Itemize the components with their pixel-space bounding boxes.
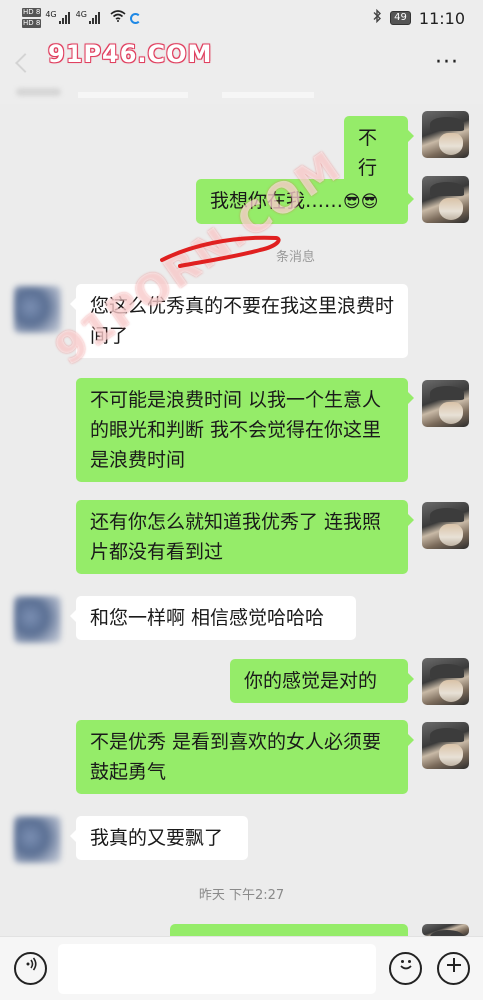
sim-indicators: HD 8 HD 8 [22, 7, 42, 29]
contact-avatar[interactable] [14, 286, 61, 333]
battery-level: 49 [390, 11, 411, 25]
input-bar [0, 936, 483, 1000]
message-bubble-theirs[interactable]: 我真的又要飘了 [70, 816, 248, 860]
back-icon[interactable] [15, 53, 35, 73]
clock: 11:10 [418, 8, 465, 28]
message-bubble-theirs[interactable]: 和您一样啊 相信感觉哈哈哈 [70, 596, 356, 640]
status-bar: HD 8 HD 8 4G 4G 49 11:10 [0, 0, 483, 36]
watermark-top: 91P46.COM [48, 40, 213, 68]
contact-avatar[interactable] [14, 816, 61, 863]
voice-icon[interactable] [14, 952, 47, 985]
message-bubble-mine[interactable]: 不是优秀 是看到喜欢的女人必须要鼓起勇气 [76, 720, 414, 794]
network-type-2: 4G [75, 9, 87, 19]
wifi-icon [110, 10, 126, 26]
message-input[interactable] [58, 944, 376, 994]
message-bubble-mine-partial[interactable] [170, 924, 414, 950]
emoji-icon[interactable] [389, 952, 422, 985]
bluetooth-icon [372, 8, 382, 27]
my-avatar[interactable] [422, 380, 469, 427]
more-options-button[interactable]: ··· [435, 52, 459, 74]
message-bubble-mine[interactable]: 你的感觉是对的 [230, 659, 414, 703]
plus-icon[interactable] [437, 952, 470, 985]
contact-avatar[interactable] [14, 596, 61, 643]
sunglasses-emoji-icon: 😎 [343, 192, 361, 212]
message-bubble-theirs[interactable]: 您这么优秀真的不要在我这里浪费时间了 [70, 284, 408, 358]
timestamp: 昨天 下午2:27 [198, 888, 285, 903]
my-avatar[interactable] [422, 722, 469, 769]
message-bubble-mine[interactable]: 还有你怎么就知道我优秀了 连我照片都没有看到过 [76, 500, 414, 574]
message-text: 我想你在我…… [210, 190, 344, 212]
signal-icon-2 [88, 12, 100, 24]
signal-icon [58, 12, 70, 24]
message-bubble-mine[interactable]: 我想你在我……😎😎 [196, 179, 414, 224]
sim2-label: HD 8 [22, 19, 42, 28]
red-scribble-mark [160, 235, 281, 268]
blurred-header-strip [78, 92, 188, 98]
network-type-1: 4G [45, 9, 57, 19]
sync-icon [129, 12, 141, 24]
my-avatar[interactable] [422, 176, 469, 223]
blurred-header-strip-2 [222, 92, 314, 98]
my-avatar[interactable] [422, 658, 469, 705]
my-avatar[interactable] [422, 924, 469, 936]
blurred-contact-name [16, 88, 61, 96]
sunglasses-emoji-icon: 😎 [360, 192, 379, 212]
my-avatar[interactable] [422, 502, 469, 549]
my-avatar[interactable] [422, 111, 469, 158]
sim1-label: HD 8 [22, 8, 42, 17]
message-bubble-mine[interactable]: 不可能是浪费时间 以我一个生意人的眼光和判断 我不会觉得在你这里是浪费时间 [76, 378, 414, 482]
